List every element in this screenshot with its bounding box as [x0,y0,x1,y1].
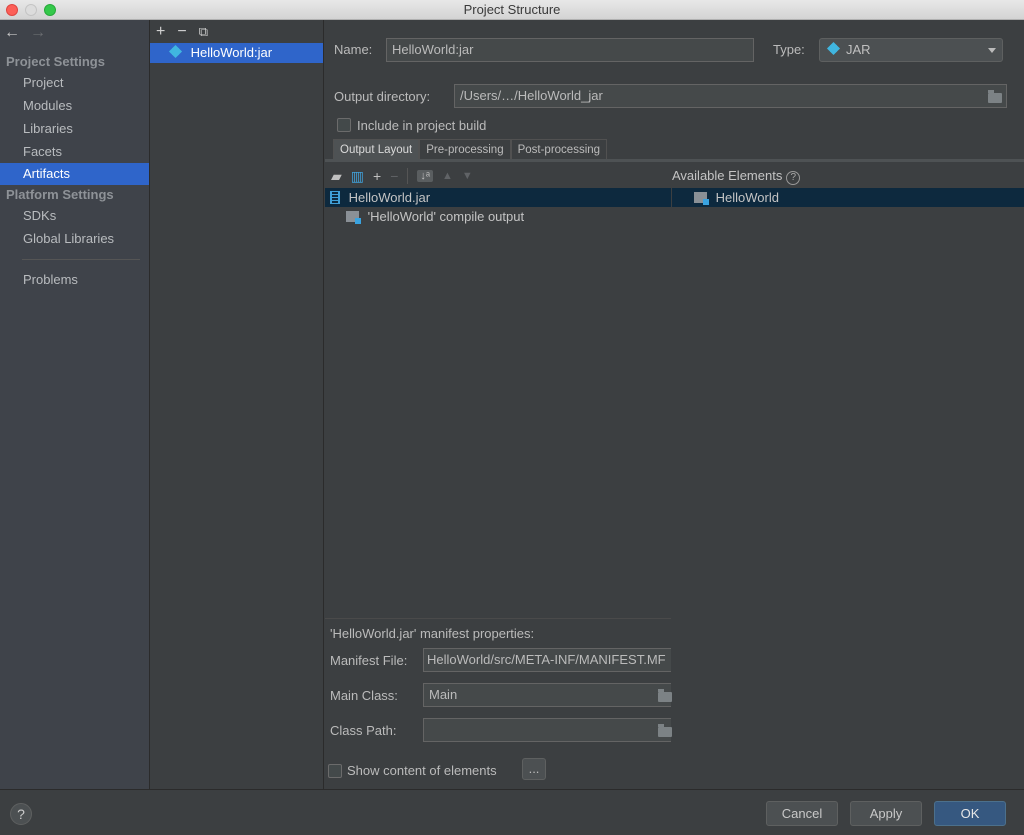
help-button[interactable]: ? [10,803,32,825]
manifest-properties-panel: 'HelloWorld.jar' manifest properties: Ma… [325,618,672,789]
move-down-icon[interactable]: ▼ [462,170,473,182]
tree-item-compile-output-label: 'HelloWorld' compile output [367,209,525,224]
class-path-field[interactable] [423,718,671,742]
tab-output-layout[interactable]: Output Layout [333,139,420,159]
jar-type-icon [826,41,841,56]
new-archive-icon[interactable]: ▥ [351,168,364,185]
main-class-label: Main Class: [330,688,398,703]
artifacts-toolbar: + − ⧉ [156,23,208,41]
copy-icon[interactable]: ⧉ [199,23,208,41]
module-output-icon [346,211,361,224]
dialog-footer: ? Cancel Apply OK [0,789,1024,835]
sidebar-item-global-libraries[interactable]: Global Libraries [0,228,149,250]
layout-toolbar: ▰ ▥ + − ↓ᵃ ▲ ▼ [331,166,473,186]
manifest-empty-area [671,618,1024,789]
forward-arrow-icon[interactable]: → [30,24,46,41]
toolbar-separator [407,168,409,184]
remove-icon[interactable]: − [390,168,398,184]
remove-icon[interactable]: − [177,23,186,41]
manifest-title: 'HelloWorld.jar' manifest properties: [330,626,535,641]
sidebar-item-sdks[interactable]: SDKs [0,205,149,227]
nav-arrows: ← → [4,24,46,42]
type-label: Type: [773,42,805,57]
add-icon[interactable]: + [156,23,165,41]
sidebar-item-project[interactable]: Project [0,72,149,94]
available-elements-label: Available Elements [672,168,783,183]
new-directory-icon[interactable]: ▰ [331,168,342,185]
type-dropdown[interactable]: JAR [819,38,1003,62]
section-platform-settings: Platform Settings [6,187,114,202]
main-class-browse-icon[interactable] [658,689,672,702]
sidebar-item-problems[interactable]: Problems [0,269,149,291]
available-elements-tree: HelloWorld [672,188,1024,618]
cancel-button[interactable]: Cancel [766,801,838,826]
available-elements-header: Available Elements? [672,166,801,186]
name-label: Name: [334,42,373,57]
tree-item-jar[interactable]: HelloWorld.jar [325,188,671,207]
manifest-file-field[interactable]: HelloWorld/src/META-INF/MANIFEST.MF [423,648,671,672]
title-bar: Project Structure [0,0,1024,20]
name-field[interactable]: HelloWorld:jar [386,38,754,62]
output-layout-tree: HelloWorld.jar 'HelloWorld' compile outp… [325,188,671,618]
sidebar-item-artifacts[interactable]: Artifacts [0,163,149,185]
artifact-list-item[interactable]: HelloWorld:jar [150,43,323,63]
show-content-options-button[interactable]: ... [522,758,546,780]
type-value: JAR [846,42,871,57]
module-icon [694,192,709,205]
apply-button[interactable]: Apply [850,801,922,826]
sidebar-item-facets[interactable]: Facets [0,141,149,163]
sort-elements-icon[interactable]: ↓ᵃ [417,170,433,182]
output-directory-label: Output directory: [334,89,431,104]
main-class-field[interactable]: Main [423,683,671,707]
move-up-icon[interactable]: ▲ [442,170,453,182]
show-content-label: Show content of elements [347,763,497,778]
back-arrow-icon[interactable]: ← [4,24,20,41]
available-item-helloworld[interactable]: HelloWorld [672,188,1024,207]
add-copy-of-icon[interactable]: + [373,168,381,184]
section-project-settings: Project Settings [6,54,105,69]
output-layout-area: ▰ ▥ + − ↓ᵃ ▲ ▼ Available Elements? Hello… [325,162,1024,618]
help-icon[interactable]: ? [786,171,801,185]
artifacts-list-panel: + − ⧉ HelloWorld:jar [150,20,324,789]
tab-post-processing[interactable]: Post-processing [510,139,608,159]
output-directory-field[interactable]: /Users/…/HelloWorld_jar [454,84,1007,108]
tab-pre-processing[interactable]: Pre-processing [419,139,511,159]
available-item-label: HelloWorld [715,190,779,205]
include-in-build-checkbox[interactable] [337,118,351,132]
manifest-file-label: Manifest File: [330,653,408,668]
sidebar-item-libraries[interactable]: Libraries [0,118,149,140]
output-directory-value: /Users/…/HelloWorld_jar [460,88,603,103]
artifact-details-panel: Name: HelloWorld:jar Type: JAR Output di… [325,20,1024,789]
browse-folder-icon[interactable] [988,90,1002,103]
class-path-browse-icon[interactable] [658,724,672,737]
tree-item-compile-output[interactable]: 'HelloWorld' compile output [325,207,671,226]
settings-sidebar: ← → Project Settings Project Modules Libr… [0,20,150,789]
window-title: Project Structure [463,2,561,17]
artifact-icon [168,44,183,59]
include-in-build-label: Include in project build [357,118,487,133]
ok-button[interactable]: OK [934,801,1006,826]
chevron-down-icon [988,48,996,53]
show-content-checkbox[interactable] [328,764,342,778]
class-path-label: Class Path: [330,723,397,738]
tree-item-jar-label: HelloWorld.jar [348,190,431,205]
artifact-list-item-label: HelloWorld:jar [190,45,273,60]
jar-archive-icon [330,191,340,204]
sidebar-item-modules[interactable]: Modules [0,95,149,117]
sidebar-divider [22,259,140,260]
tab-bar: Output Layout Pre-processing Post-proces… [333,139,608,159]
